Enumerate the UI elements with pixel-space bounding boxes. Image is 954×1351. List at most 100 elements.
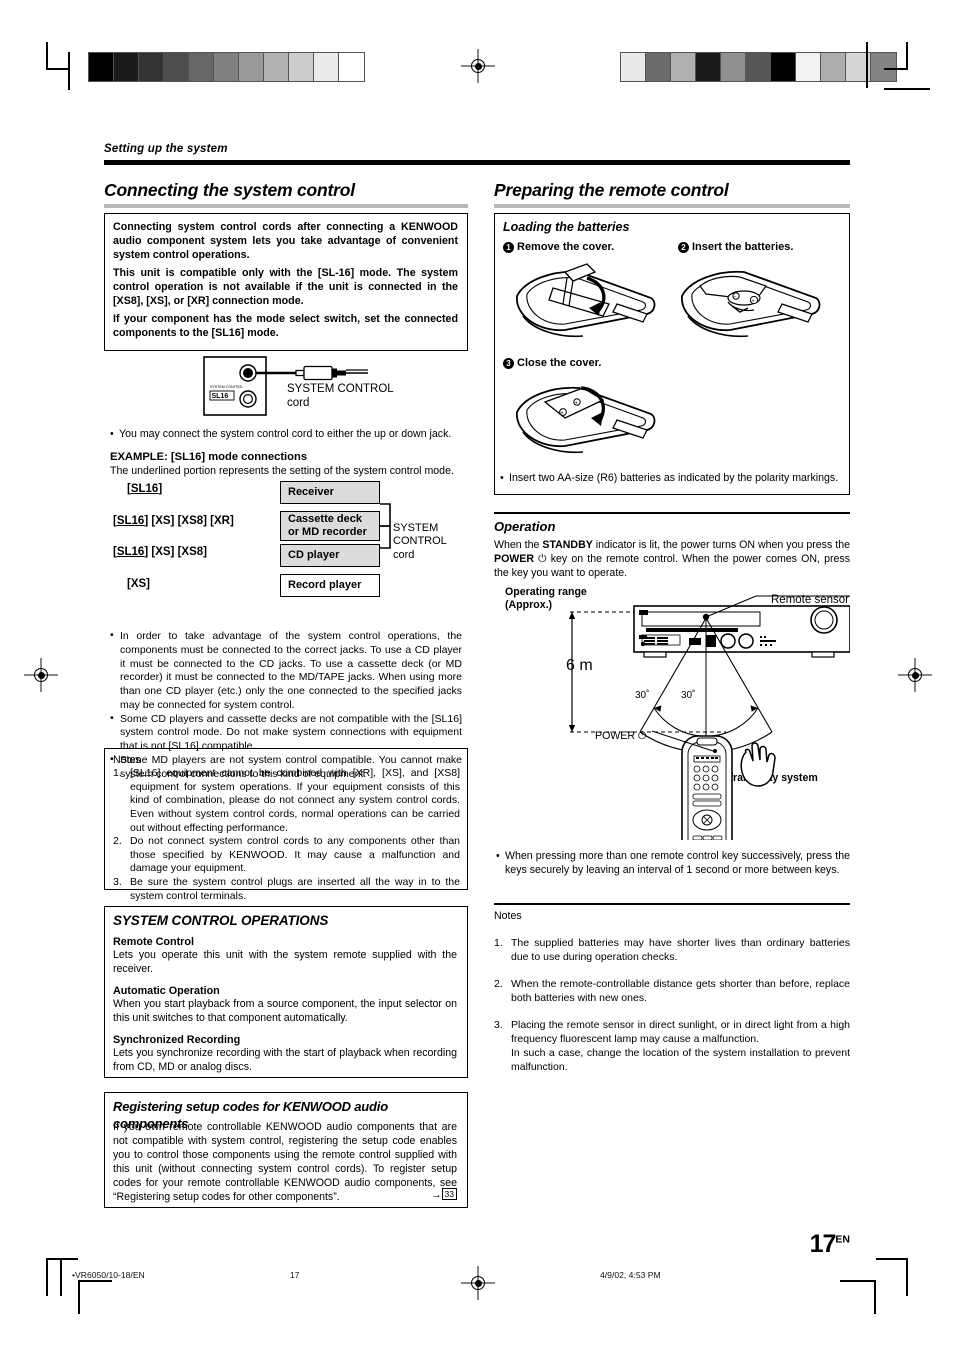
- jack-note: • You may connect the system control cor…: [110, 428, 452, 440]
- section-title-remote: Preparing the remote control: [494, 180, 729, 200]
- example-sub: The underlined portion represents the se…: [110, 465, 454, 477]
- footer-rule-left: [60, 1258, 62, 1296]
- calibration-swatch-5: [214, 53, 239, 81]
- calibration-swatch-10: [871, 53, 896, 81]
- mode-2-suffix: ] [XS] [XS8]: [144, 546, 207, 558]
- section-title-connecting: Connecting the system control: [104, 180, 355, 200]
- step-1-number: 1: [503, 242, 514, 253]
- right-note-2: Placing the remote sensor in direct sunl…: [494, 1019, 850, 1073]
- calibration-swatch-4: [721, 53, 746, 81]
- step-3-label: Close the cover.: [517, 357, 602, 369]
- standby-keyword: STANDBY: [542, 539, 593, 551]
- setup-codes-xref: → 33: [113, 1188, 457, 1202]
- header-rule: [104, 160, 850, 165]
- manual-page: Setting up the system Connecting the sys…: [0, 0, 954, 1351]
- footer-timestamp: 4/9/02, 4:53 PM: [600, 1270, 661, 1280]
- calibration-swatch-2: [671, 53, 696, 81]
- calibration-swatch-8: [821, 53, 846, 81]
- component-box-cd: CD player: [280, 544, 380, 567]
- page-number: 17EN: [810, 1230, 850, 1259]
- remote-illustration-step3: + +: [505, 374, 670, 459]
- power-keyword: POWER: [494, 553, 535, 566]
- component-label-2: CD player: [288, 549, 340, 562]
- step-2-label: Insert the batteries.: [692, 241, 794, 253]
- calibration-bar-left: [88, 52, 365, 82]
- calibration-swatch-7: [264, 53, 289, 81]
- left-bullet-0: In order to take advantage of the system…: [110, 629, 462, 713]
- component-box-record: Record player: [280, 574, 380, 597]
- cord-label-jack: SYSTEM CONTROL cord: [287, 382, 417, 411]
- component-label-1: Cassette deck or MD recorder: [288, 513, 367, 538]
- crop-mark-tr2-v: [866, 42, 868, 88]
- page-number-value: 17: [809, 1230, 837, 1258]
- mode-0-suffix: ]: [158, 483, 163, 495]
- calibration-swatch-1: [114, 53, 139, 81]
- system-control-cord-label: SYSTEM CONTROL cord: [393, 508, 463, 563]
- component-box-cassette: Cassette deck or MD recorder: [280, 511, 380, 541]
- operation-body-part3: key on the remote control. When the powe…: [494, 553, 850, 580]
- operation-body-2: Lets you synchronize recording with the …: [113, 1047, 457, 1074]
- calibration-swatch-5: [746, 53, 771, 81]
- mode-1-suffix: ] [XS] [XS8] [XR]: [144, 515, 234, 527]
- crop-mark-tr-h: [884, 68, 908, 70]
- svg-text:−: −: [734, 295, 737, 301]
- step-2-number: 2: [678, 242, 689, 253]
- batteries-note: • Insert two AA-size (R6) batteries as i…: [500, 472, 839, 484]
- crop-mark-bl-h: [46, 1258, 78, 1260]
- remote-bullet: • When pressing more than one remote con…: [496, 850, 850, 877]
- svg-text:+: +: [575, 400, 578, 406]
- calibration-swatch-3: [164, 53, 189, 81]
- xref-arrow: →: [430, 1189, 442, 1201]
- jack-note-text: You may connect the system control cord …: [119, 428, 452, 440]
- svg-text:SYSTEM CONTROL: SYSTEM CONTROL: [210, 385, 243, 389]
- footer-doc-id: •VR6050/10-18/EN: [72, 1270, 145, 1280]
- batteries-heading: Loading the batteries: [503, 220, 630, 234]
- crop-mark-br-v: [906, 1258, 908, 1296]
- calibration-swatch-4: [189, 53, 214, 81]
- operation-body-part2: indicator is lit, the power turns ON whe…: [592, 539, 850, 551]
- crop-mark-left: [68, 52, 70, 90]
- crop-mark-tr2-h: [884, 88, 930, 90]
- footer-folio: 17: [290, 1270, 300, 1280]
- crop-mark-br2-v: [874, 1280, 876, 1314]
- section-rule-right: [494, 204, 850, 208]
- svg-text:SL16: SL16: [212, 393, 229, 400]
- remote-illustration-step1: [505, 258, 665, 343]
- calibration-bar-right: [620, 52, 897, 82]
- right-notes-list: The supplied batteries may have shorter …: [494, 923, 850, 1088]
- crop-mark-br-h: [876, 1258, 908, 1260]
- calibration-swatch-1: [646, 53, 671, 81]
- left-notes-list: [SL16] equipment cannot be combined with…: [113, 767, 460, 903]
- registration-reticle-bottom: [461, 1266, 495, 1300]
- left-note-2: Be sure the system control plugs are ins…: [113, 876, 460, 902]
- cord-label-line2: cord: [287, 397, 310, 410]
- calibration-swatch-0: [89, 53, 114, 81]
- power-icon: ⏻: [538, 553, 547, 566]
- svg-text:+: +: [561, 411, 564, 417]
- calibration-swatch-3: [696, 53, 721, 81]
- intro-paragraph-3: If your component has the mode select sw…: [113, 313, 458, 340]
- batteries-note-text: Insert two AA-size (R6) batteries as ind…: [509, 472, 839, 484]
- right-notes-divider: [494, 903, 850, 905]
- crop-mark-tl-v: [46, 42, 48, 68]
- right-note-0: The supplied batteries may have shorter …: [494, 936, 850, 963]
- crop-mark-bl2-h: [78, 1280, 112, 1282]
- calibration-swatch-8: [289, 53, 314, 81]
- battery-step-2: 2 Insert the batteries.: [678, 240, 793, 255]
- operation-body-part1: When the: [494, 539, 543, 551]
- step-1-label: Remove the cover.: [517, 241, 615, 253]
- calibration-swatch-10: [339, 53, 364, 81]
- left-notes-heading: Notes: [113, 754, 141, 766]
- crop-mark-tr-v: [906, 42, 908, 68]
- battery-step-3: 3 Close the cover.: [503, 356, 601, 371]
- calibration-swatch-0: [621, 53, 646, 81]
- mode-3-suffix: [XS]: [127, 578, 150, 590]
- remote-bullet-text: When pressing more than one remote contr…: [505, 850, 850, 877]
- step-3-number: 3: [503, 358, 514, 369]
- calibration-swatch-7: [796, 53, 821, 81]
- system-control-cord-label-text: SYSTEM CONTROL cord: [393, 521, 447, 561]
- operation-body-0: Lets you operate this unit with the syst…: [113, 949, 457, 976]
- svg-text:+: +: [752, 299, 755, 305]
- crop-mark-bl-v: [46, 1258, 48, 1296]
- crop-mark-bl2-v: [78, 1280, 80, 1314]
